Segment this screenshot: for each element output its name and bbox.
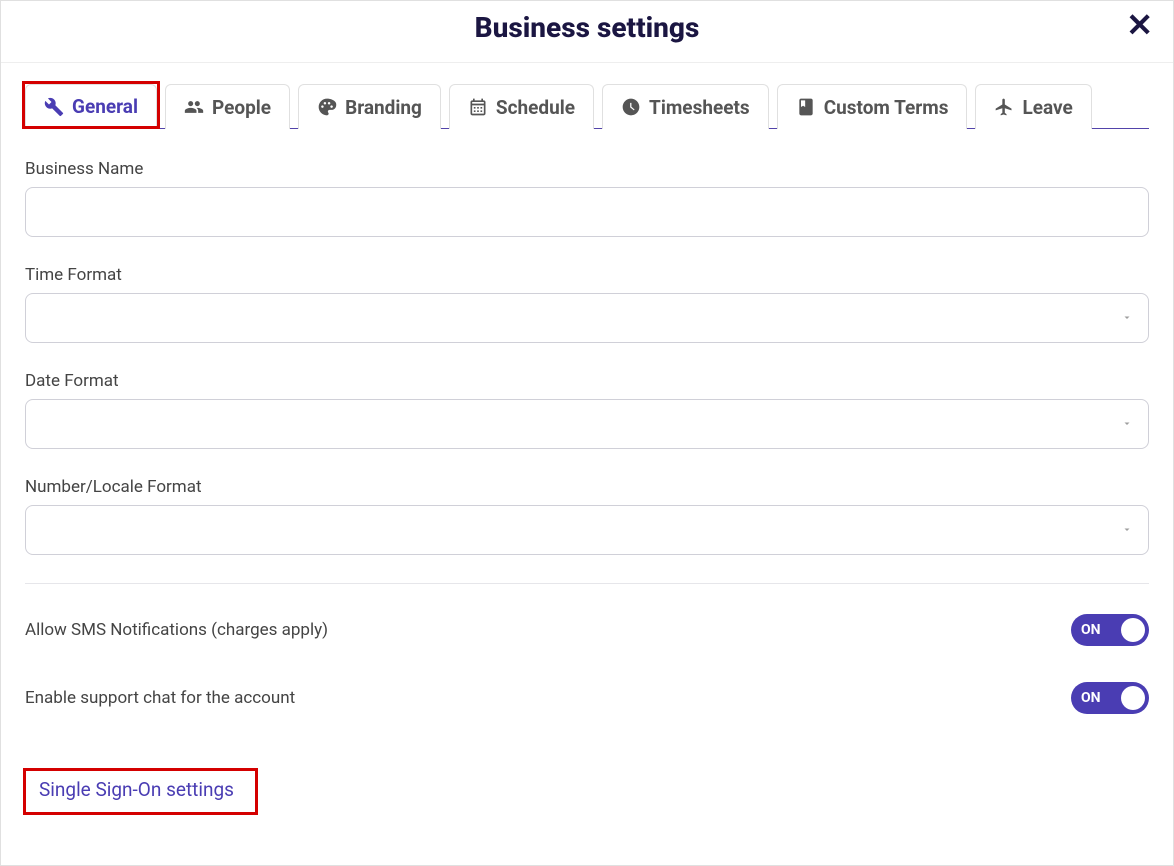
business-name-input[interactable] xyxy=(25,187,1149,237)
tab-branding[interactable]: Branding xyxy=(298,84,441,129)
tab-leave[interactable]: Leave xyxy=(975,84,1091,129)
business-name-field-group: Business Name xyxy=(25,159,1149,237)
locale-format-label: Number/Locale Format xyxy=(25,477,1149,497)
tab-schedule[interactable]: Schedule xyxy=(449,84,594,129)
tab-label: Schedule xyxy=(496,96,575,119)
toggle-state-text: ON xyxy=(1081,690,1101,706)
sms-toggle-label: Allow SMS Notifications (charges apply) xyxy=(25,620,328,640)
business-settings-modal: Business settings ✕ General People xyxy=(0,0,1174,866)
tab-general[interactable]: General xyxy=(25,84,157,129)
tab-label: Branding xyxy=(345,96,422,119)
book-icon xyxy=(796,97,816,117)
sso-settings-link[interactable]: Single Sign-On settings xyxy=(25,770,248,809)
time-format-select[interactable] xyxy=(25,293,1149,343)
tab-label: Timesheets xyxy=(649,96,750,119)
image-icon xyxy=(317,97,337,117)
tab-label: People xyxy=(212,96,271,119)
section-divider xyxy=(25,583,1149,584)
support-chat-toggle-label: Enable support chat for the account xyxy=(25,688,295,708)
tab-label: Leave xyxy=(1022,96,1072,119)
toggle-knob xyxy=(1121,686,1145,710)
support-chat-toggle-row: Enable support chat for the account ON xyxy=(25,682,1149,714)
support-chat-toggle[interactable]: ON xyxy=(1071,682,1149,714)
tab-timesheets[interactable]: Timesheets xyxy=(602,84,769,129)
time-format-label: Time Format xyxy=(25,265,1149,285)
date-format-label: Date Format xyxy=(25,371,1149,391)
modal-header: Business settings ✕ xyxy=(1,1,1173,63)
modal-title: Business settings xyxy=(475,11,700,44)
sms-toggle-row: Allow SMS Notifications (charges apply) … xyxy=(25,614,1149,646)
date-format-field-group: Date Format xyxy=(25,371,1149,449)
modal-body: General People Branding Schedule xyxy=(1,63,1173,865)
tabs-container: General People Branding Schedule xyxy=(25,83,1149,129)
people-icon xyxy=(184,97,204,117)
clock-icon xyxy=(621,97,641,117)
tab-label: General xyxy=(72,95,138,118)
tab-custom-terms[interactable]: Custom Terms xyxy=(777,84,968,129)
sso-link-container: Single Sign-On settings xyxy=(25,770,248,809)
date-format-select[interactable] xyxy=(25,399,1149,449)
sms-toggle[interactable]: ON xyxy=(1071,614,1149,646)
calendar-icon xyxy=(468,97,488,117)
close-button[interactable]: ✕ xyxy=(1126,9,1153,41)
time-format-field-group: Time Format xyxy=(25,265,1149,343)
plane-icon xyxy=(994,97,1014,117)
close-icon: ✕ xyxy=(1126,7,1153,43)
tools-icon xyxy=(44,97,64,117)
toggle-state-text: ON xyxy=(1081,622,1101,638)
locale-format-field-group: Number/Locale Format xyxy=(25,477,1149,555)
toggle-knob xyxy=(1121,618,1145,642)
locale-format-select[interactable] xyxy=(25,505,1149,555)
tab-people[interactable]: People xyxy=(165,84,290,129)
tab-label: Custom Terms xyxy=(824,96,949,119)
business-name-label: Business Name xyxy=(25,159,1149,179)
